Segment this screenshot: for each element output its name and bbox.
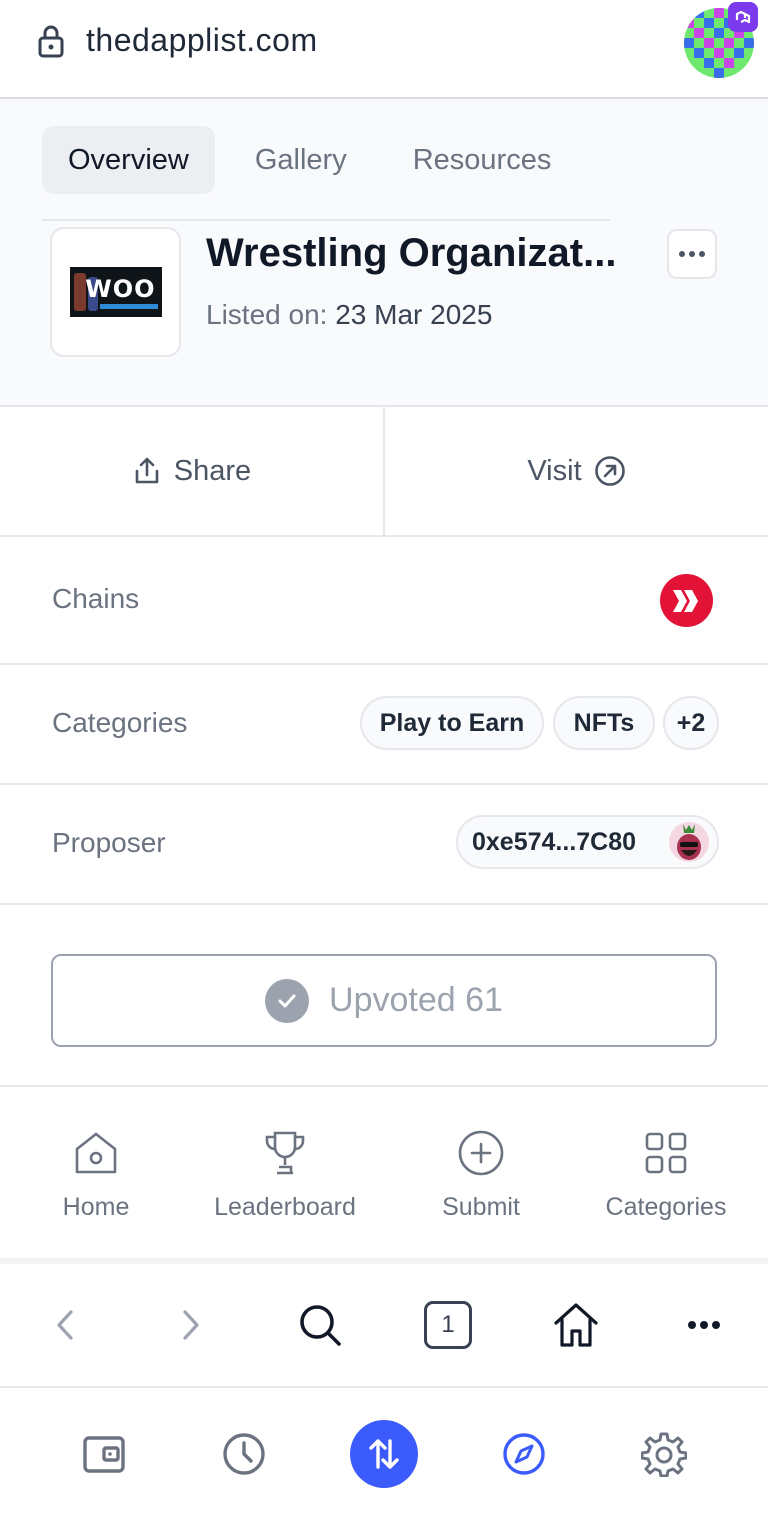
address-bar[interactable]: thedapplist.com — [0, 0, 768, 99]
visit-button[interactable]: Visit — [383, 407, 768, 535]
listed-date: 23 Mar 2025 — [335, 299, 493, 330]
nav-leaderboard[interactable]: Leaderboard — [200, 1087, 370, 1255]
check-icon — [265, 978, 310, 1023]
categories-row: Categories Play to Earn NFTs +2 — [0, 665, 768, 785]
chains-row: Chains — [0, 537, 768, 665]
nav-submit-label: Submit — [442, 1193, 520, 1221]
avatar-face-icon — [677, 824, 701, 860]
tab-bar: Overview Gallery Resources — [42, 126, 591, 194]
history-tab[interactable] — [210, 1420, 278, 1488]
proposer-chip[interactable]: 0xe574...7C80 — [456, 815, 719, 869]
chevron-left-icon — [57, 1310, 73, 1340]
search-button[interactable] — [293, 1298, 347, 1352]
dot-icon — [679, 251, 685, 257]
logo-wrestler-figure — [73, 273, 86, 311]
tab-count: 1 — [424, 1301, 472, 1349]
trophy-icon — [261, 1129, 309, 1177]
back-button[interactable] — [38, 1298, 92, 1352]
browser-home-button[interactable] — [549, 1298, 603, 1352]
tab-gallery[interactable]: Gallery — [229, 126, 373, 194]
compass-icon — [503, 1433, 545, 1475]
settings-tab[interactable] — [630, 1420, 698, 1488]
dapp-logo: WOO — [50, 227, 181, 357]
dapp-header: Overview Gallery Resources WOO Wrestling… — [0, 99, 768, 407]
share-button[interactable]: Share — [0, 407, 383, 535]
logo-text: WOO — [85, 275, 156, 303]
nav-categories[interactable]: Categories — [592, 1087, 740, 1255]
proposer-label: Proposer — [52, 827, 166, 858]
nav-home[interactable]: Home — [48, 1087, 144, 1255]
browser-more-button[interactable] — [677, 1298, 731, 1352]
more-options-button[interactable] — [667, 229, 717, 279]
swap-button[interactable] — [350, 1420, 418, 1488]
proposer-avatar — [669, 822, 709, 862]
share-icon — [135, 457, 159, 484]
nav-categories-label: Categories — [605, 1193, 727, 1221]
upvote-label: Upvoted 61 — [329, 981, 503, 1019]
lock-icon — [38, 25, 64, 58]
browser-tab[interactable] — [490, 1420, 558, 1488]
category-pill-more[interactable]: +2 — [663, 696, 719, 750]
category-pill-play-to-earn[interactable]: Play to Earn — [360, 696, 544, 750]
listed-on: Listed on: 23 Mar 2025 — [206, 299, 492, 331]
share-label: Share — [173, 454, 252, 487]
proposer-address: 0xe574...7C80 — [472, 827, 637, 856]
ellipsis-icon — [688, 1321, 720, 1329]
site-bottom-nav: Home Leaderboard Submit Categories — [0, 1085, 768, 1253]
categories-label: Categories — [52, 707, 188, 738]
wallet-tab[interactable] — [70, 1420, 138, 1488]
woo-logo-image: WOO — [69, 267, 162, 317]
upvote-button[interactable]: Upvoted 61 — [51, 954, 717, 1047]
wallet-dock — [0, 1388, 768, 1523]
wallet-icon — [83, 1436, 125, 1473]
dot-icon — [689, 251, 695, 257]
clock-icon — [223, 1433, 265, 1475]
home-icon — [554, 1303, 598, 1347]
browser-toolbar: 1 — [0, 1258, 768, 1388]
logo-strip — [99, 304, 158, 309]
category-pill-nfts[interactable]: NFTs — [553, 696, 655, 750]
url-text[interactable]: thedapplist.com — [86, 22, 318, 59]
action-row: Share Visit — [0, 407, 768, 537]
chains-label: Chains — [52, 583, 140, 614]
tab-divider — [42, 219, 610, 221]
hive-icon[interactable] — [660, 574, 713, 627]
nav-submit[interactable]: Submit — [428, 1087, 534, 1255]
swap-arrows-icon — [369, 1439, 399, 1469]
grid-icon — [642, 1129, 690, 1177]
gear-icon — [641, 1432, 687, 1477]
chevron-right-icon — [183, 1310, 199, 1340]
proposer-row: Proposer 0xe574...7C80 — [0, 785, 768, 905]
dot-icon — [699, 251, 705, 257]
forward-button[interactable] — [164, 1298, 218, 1352]
polygon-badge-icon — [728, 2, 758, 32]
plus-circle-icon — [457, 1129, 505, 1177]
tab-resources[interactable]: Resources — [387, 126, 578, 194]
dapp-title: Wrestling Organizat... — [206, 231, 617, 275]
tab-overview[interactable]: Overview — [42, 126, 215, 194]
home-icon — [72, 1129, 120, 1177]
listed-label: Listed on: — [206, 299, 328, 330]
search-icon — [300, 1305, 341, 1346]
nav-home-label: Home — [62, 1193, 130, 1221]
visit-label: Visit — [527, 454, 582, 487]
nav-leaderboard-label: Leaderboard — [214, 1193, 356, 1221]
external-link-icon — [594, 456, 625, 486]
tabs-button[interactable]: 1 — [421, 1298, 475, 1352]
